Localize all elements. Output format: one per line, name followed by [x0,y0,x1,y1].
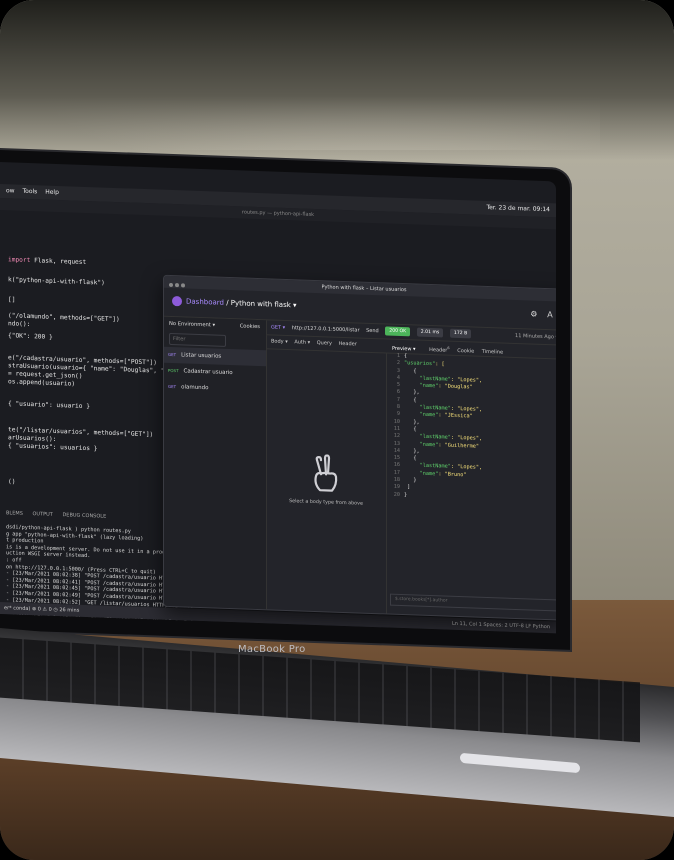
request-method: GET [168,351,177,358]
code-line: os.append(usuario) [8,378,76,388]
request-list: GET Listar usuarios POST Cadastrar usuario G… [164,346,266,399]
wall-shadow [0,0,674,160]
dashboard-logo-icon[interactable] [172,296,182,307]
tab-header[interactable]: Header [339,341,357,348]
tab-query[interactable]: Query [317,340,332,347]
menu-item[interactable]: ow [6,187,15,194]
tab-response-header-label: Header [429,346,448,354]
filter-input[interactable]: Filter [169,332,226,347]
tab-auth[interactable]: Auth ▾ [294,339,310,346]
tab-preview[interactable]: Preview ▾ [392,345,416,352]
cookies-button[interactable]: Cookies [240,319,260,334]
code-line: k("python-api-with-flask") [8,276,105,287]
request-method: GET [168,383,177,390]
environment-row: No Environment ▾ Cookies [164,317,266,335]
code-editor[interactable]: import Flask, request k("python-api-with-… [0,214,198,511]
code-line: () [8,478,16,486]
request-sidebar: No Environment ▾ Cookies Filter GET Lista… [164,316,267,610]
peace-hand-icon [314,454,338,492]
url-input[interactable]: http://127.0.0.1:5000/listar [292,325,360,333]
menu-item-tools[interactable]: Tools [23,188,38,196]
code-line: [] [8,296,16,304]
request-name: olamundo [181,384,209,392]
status-badge: 200 OK [385,326,411,337]
insomnia-window: Python with flask – Listar usuarios Dash… [163,274,556,621]
tab-response-header[interactable]: Header6 [423,345,450,354]
code-line: { "usuario": usuario } [8,400,90,411]
photo-frame: ow Tools Help Ter. 23 de mar. 09:14 rout… [0,0,674,860]
status-right: Ln 11, Col 1 Spaces: 2 UTF-8 LF Python [451,620,550,631]
request-name: Cadastrar usuario [183,368,233,377]
tab-body[interactable]: Body ▾ [271,338,288,345]
tab-output[interactable]: OUTPUT [32,511,52,518]
header-icons: ⚙ Ａ [530,309,554,321]
breadcrumb: Dashboard / Python with flask ▾ [186,297,297,309]
tab-debug-console[interactable]: DEBUG CONSOLE [62,512,106,520]
code-line: { "usuarios": usuarios } [8,442,98,453]
code-line: {"OK": 200 } [8,332,53,341]
json-preview[interactable]: 1{2 "usuarios": [3 {4 "lastName": "Lopes"… [386,352,556,598]
request-item[interactable]: GET olamundo [164,379,266,399]
send-button[interactable]: Send [366,328,379,334]
environment-select[interactable]: No Environment ▾ [169,321,215,329]
method-select[interactable]: GET ▾ [271,324,285,330]
breadcrumb-dashboard[interactable]: Dashboard [186,297,224,306]
time-badge: 2.01 ms [416,327,444,338]
code-line: import Flask, request [8,256,87,267]
breadcrumb-project[interactable]: / Python with flask ▾ [226,299,296,309]
history-dropdown[interactable]: 11 Minutes Ago ▾ [515,329,556,345]
body-empty-state: Select a body type from above [266,348,387,614]
menu-item-help[interactable]: Help [45,189,59,196]
request-method: POST [168,367,179,374]
request-name: Listar usuarios [181,352,222,360]
tab-cookie[interactable]: Cookie [457,348,474,355]
account-icon[interactable]: Ａ [546,310,554,319]
empty-state-text: Select a body type from above [289,499,363,507]
tab-problems[interactable]: BLEMS [6,510,23,517]
tab-timeline[interactable]: Timeline [482,348,503,355]
code-line: ndo(): [8,320,31,329]
status-left: er* conda) ⊗ 0 ⚠ 0 ◷ 26 mins [4,605,80,614]
window-title: Python with flask – Listar usuarios [321,284,407,294]
laptop-lid: ow Tools Help Ter. 23 de mar. 09:14 rout… [0,150,570,650]
terminal-output[interactable]: dsdi/python-api-flask ) python routes.py… [0,524,200,622]
settings-icon[interactable]: ⚙ [530,310,537,319]
header-count-badge: 6 [447,345,450,350]
size-badge: 172 B [449,328,472,339]
brand-label: MacBook Pro [238,644,306,655]
laptop-screen: ow Tools Help Ter. 23 de mar. 09:14 rout… [0,162,556,634]
